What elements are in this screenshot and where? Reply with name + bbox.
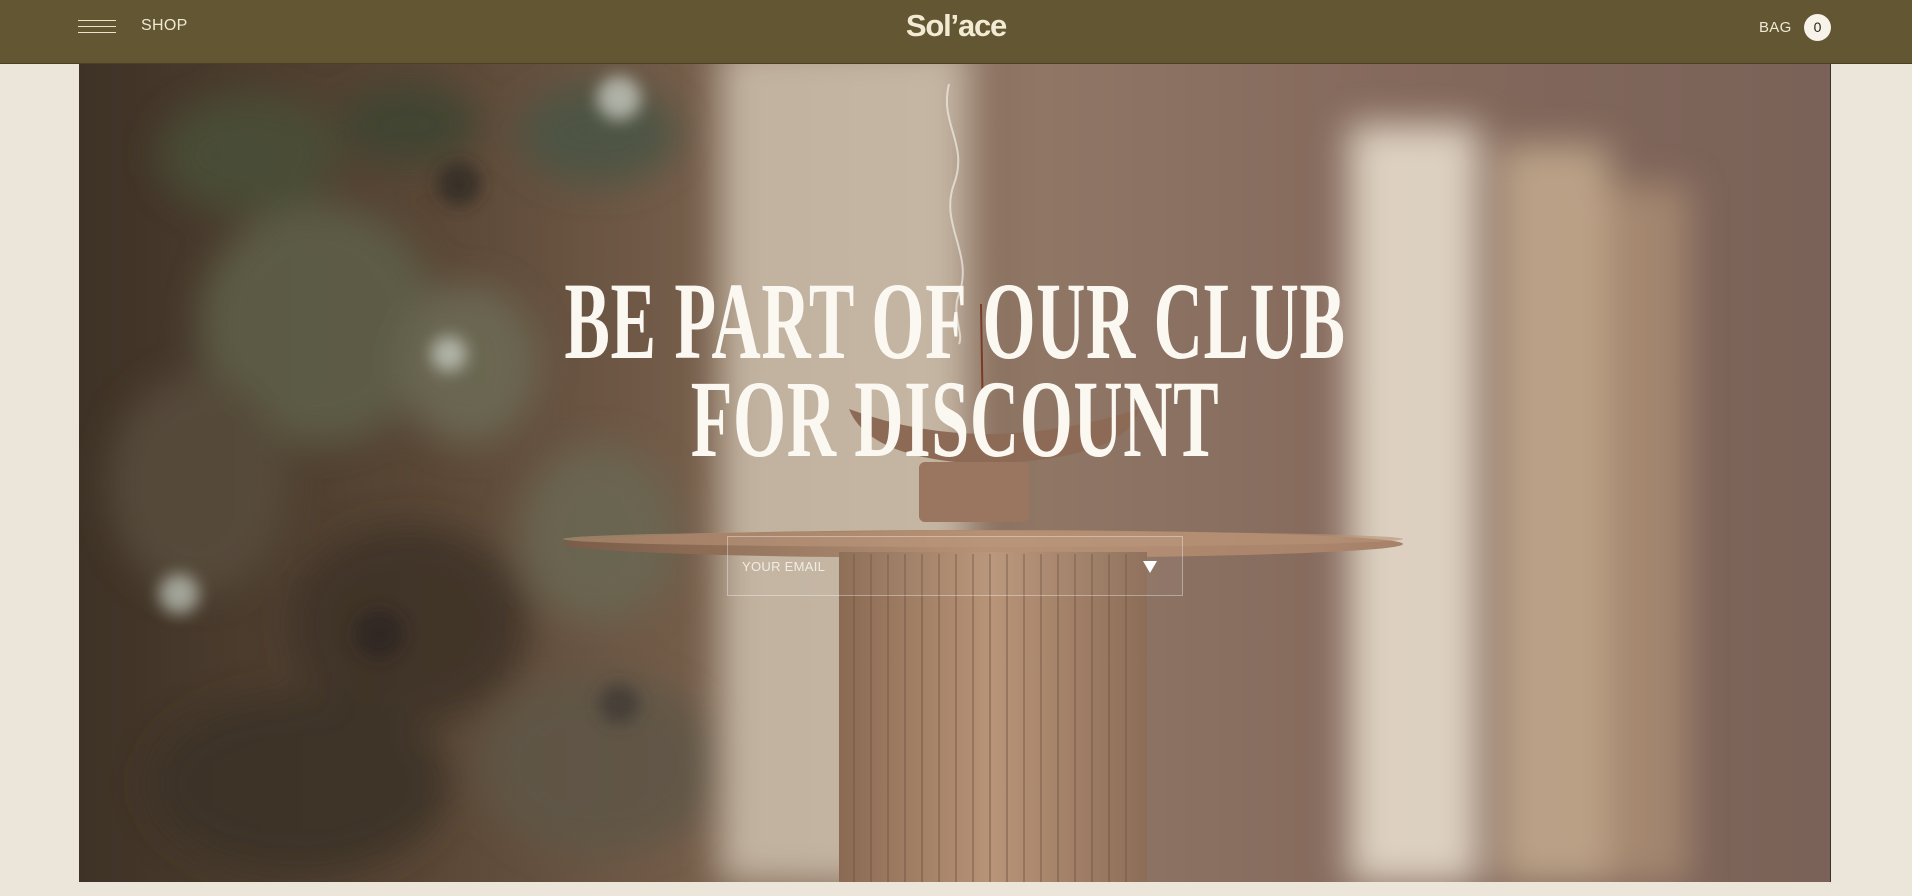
email-input[interactable] xyxy=(728,537,1128,595)
hero-banner: BE PART OF OUR CLUB FOR DISCOUNT xyxy=(79,64,1831,882)
headline-line-2: FOR DISCOUNT xyxy=(690,358,1220,480)
site-logo[interactable]: Sol’ace xyxy=(0,8,1912,44)
triangle-down-icon xyxy=(1143,561,1157,573)
site-header: SHOP Sol’ace BAG 0 xyxy=(0,0,1912,64)
newsletter-form xyxy=(727,536,1183,596)
headline-line-1: BE PART OF OUR CLUB xyxy=(564,260,1346,382)
hero-headline: BE PART OF OUR CLUB FOR DISCOUNT xyxy=(412,260,1498,480)
bag-link[interactable]: BAG xyxy=(1759,19,1792,36)
submit-button[interactable] xyxy=(1130,549,1170,583)
bag-count-badge[interactable]: 0 xyxy=(1804,14,1831,41)
